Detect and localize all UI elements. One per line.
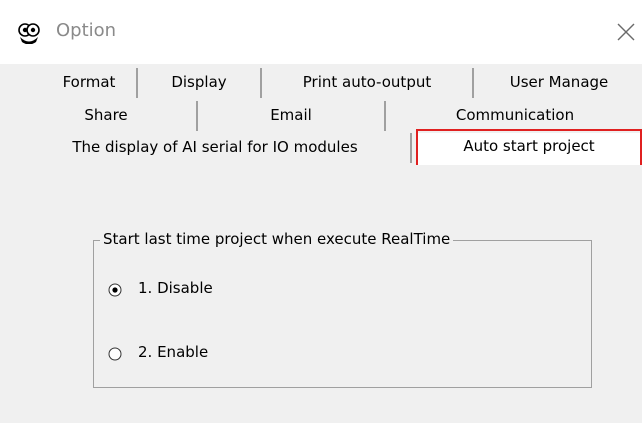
tab-user-manage[interactable]: User Manage <box>476 68 642 98</box>
app-logo-icon <box>18 22 40 45</box>
close-button[interactable] <box>614 20 638 44</box>
groupbox-legend: Start last time project when execute Rea… <box>100 230 454 248</box>
radio-enable-label: 2. Enable <box>138 343 209 361</box>
tab-format[interactable]: Format <box>42 68 138 98</box>
close-icon <box>617 23 635 41</box>
tab-communication[interactable]: Communication <box>388 101 642 131</box>
tab-share[interactable]: Share <box>16 101 198 131</box>
radio-selected-icon[interactable] <box>108 281 122 297</box>
window-title: Option <box>56 20 117 41</box>
start-project-groupbox <box>93 240 592 388</box>
radio-unselected-icon[interactable] <box>108 345 122 361</box>
tab-email[interactable]: Email <box>198 101 386 131</box>
tab-auto-start-project[interactable]: Auto start project <box>418 133 640 169</box>
radio-disable-label: 1. Disable <box>138 279 213 297</box>
tab-display[interactable]: Display <box>138 68 262 98</box>
title-bar: Option <box>0 0 642 64</box>
option-dialog: Option Format Display Print auto-output … <box>0 0 642 423</box>
tab-ai-serial-display[interactable]: The display of AI serial for IO modules <box>20 133 412 163</box>
tab-print-auto-output[interactable]: Print auto-output <box>262 68 474 98</box>
